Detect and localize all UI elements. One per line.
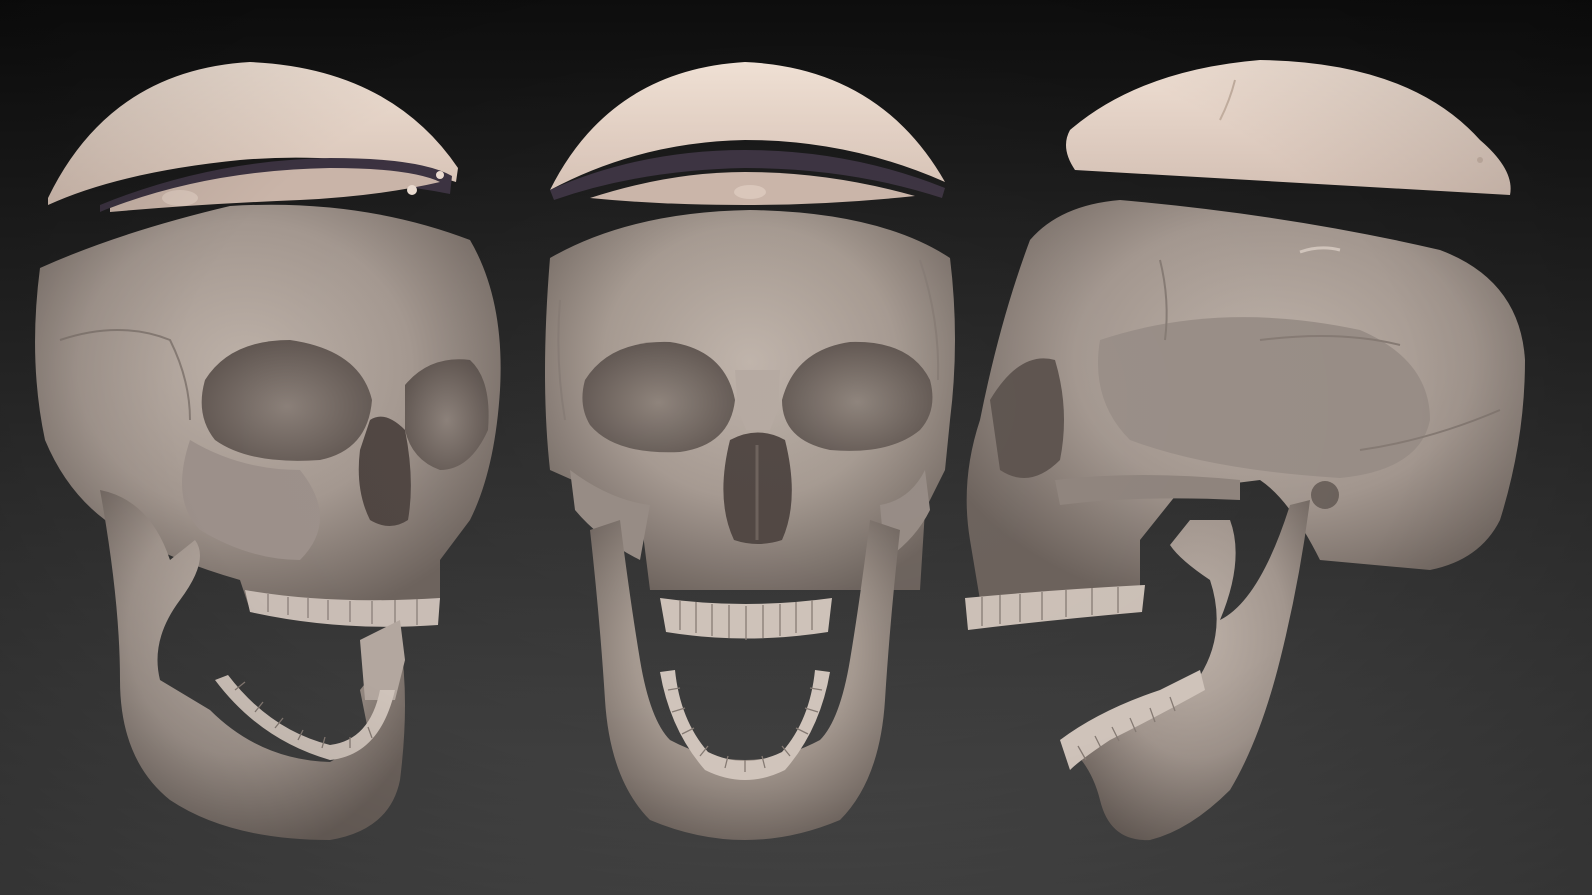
skull-cap — [1066, 60, 1511, 195]
skull-side-view — [960, 0, 1592, 895]
render-viewport — [0, 0, 1592, 895]
skull-cap — [550, 62, 945, 205]
skull-front-view — [520, 0, 990, 895]
upper-teeth — [660, 598, 832, 640]
skull-three-quarter-view — [0, 0, 530, 895]
cranium — [966, 200, 1525, 600]
cranium — [35, 204, 501, 610]
skull-cap — [48, 62, 458, 212]
